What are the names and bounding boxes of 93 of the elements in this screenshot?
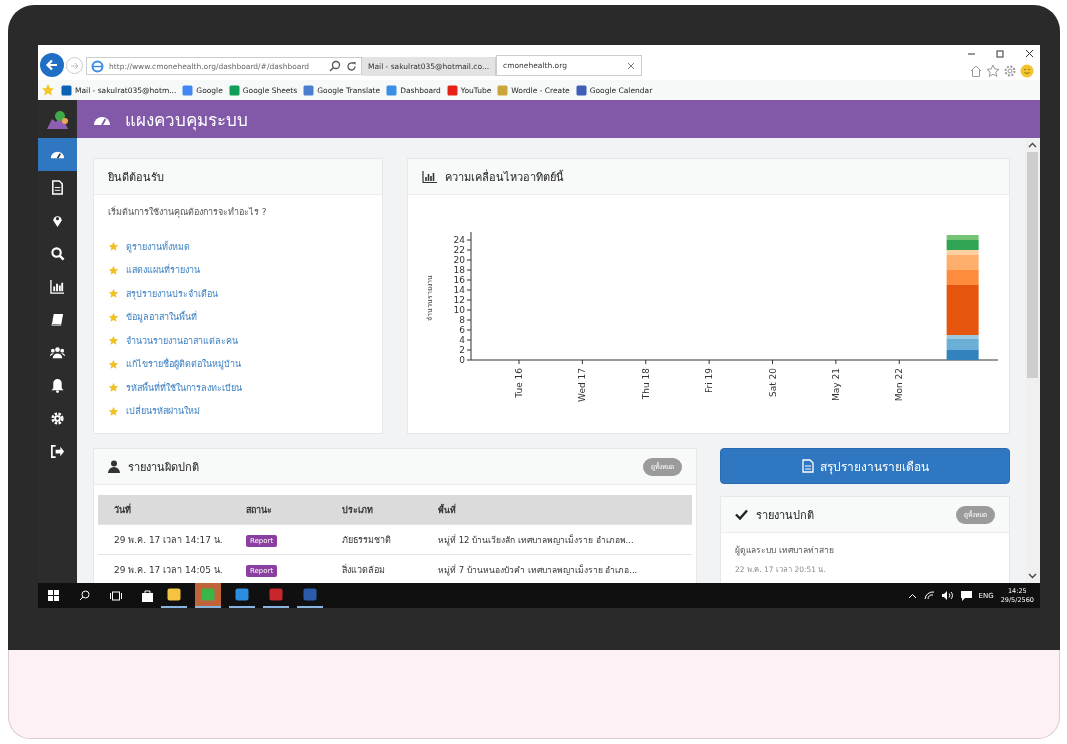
- document-icon: [50, 180, 65, 195]
- sign-out-icon: [50, 444, 65, 459]
- quick-link[interactable]: รหัสพื้นที่ที่ใช้ในการลงทะเบียน: [108, 376, 368, 400]
- document-icon: [801, 459, 814, 473]
- x-tick-label: Tue 16: [514, 368, 524, 398]
- search-icon: [50, 246, 65, 261]
- x-tick-label: May 21: [830, 368, 841, 401]
- y-tick-label: 22: [453, 245, 465, 255]
- quick-link[interactable]: สรุปรายงานประจำเดือน: [108, 282, 368, 306]
- bell-icon: [50, 378, 65, 393]
- quick-link[interactable]: ดูรายงานทั้งหมด: [108, 235, 368, 259]
- scroll-up-icon[interactable]: [1028, 142, 1037, 148]
- search-icon[interactable]: [329, 60, 341, 72]
- map-pin-icon: [50, 213, 65, 228]
- column-header: วันที่: [113, 502, 132, 517]
- panel-title: รายงานปกติ: [756, 507, 814, 524]
- smiley-icon[interactable]: [1020, 64, 1034, 78]
- panel-title: ความเคลื่อนไหวอาทิตย์นี้: [445, 168, 564, 186]
- back-button[interactable]: [40, 53, 64, 77]
- table-cell-text: ภัยธรรมชาติ: [342, 533, 392, 547]
- favorites-star-icon[interactable]: [41, 83, 55, 97]
- refresh-icon[interactable]: [346, 60, 357, 72]
- y-tick-label: 12: [453, 295, 465, 305]
- quick-link[interactable]: แสดงแผนที่รายงาน: [108, 258, 368, 282]
- table-cell-text: 29 พ.ค. 17 เวลา 14:05 น.: [113, 563, 224, 577]
- x-tick-label: Wed 17: [577, 368, 588, 402]
- speaker-icon[interactable]: [941, 591, 954, 600]
- star-icon: [108, 335, 119, 347]
- arrow-right-icon: [69, 60, 80, 71]
- users-icon: [50, 345, 65, 360]
- star-icon: [108, 311, 119, 323]
- search-icon[interactable]: [79, 590, 90, 601]
- quick-link[interactable]: เปลี่ยนรหัสผ่านใหม่: [108, 399, 368, 423]
- panel-title: ยินดีต้อนรับ: [108, 169, 164, 186]
- y-tick-label: 14: [453, 285, 465, 295]
- y-tick-label: 20: [453, 255, 465, 265]
- check-icon: [735, 509, 748, 520]
- settings-icon[interactable]: [1003, 64, 1017, 78]
- monthly-summary-button[interactable]: สรุปรายงานรายเดือน: [720, 448, 1010, 484]
- column-header: ประเภท: [342, 503, 374, 517]
- notification-icon[interactable]: [960, 590, 972, 601]
- task-view-icon[interactable]: [110, 590, 122, 601]
- home-icon[interactable]: [969, 64, 983, 78]
- star-icon: [108, 288, 119, 300]
- prompt-text: เริ่มต้นการใช้งานคุณต้องการจะทำอะไร ?: [108, 205, 268, 219]
- table-cell-text: 29 พ.ค. 17 เวลา 14:17 น.: [113, 533, 224, 547]
- star-icon: [108, 241, 119, 253]
- wifi-icon[interactable]: [923, 591, 935, 600]
- book-icon: [50, 312, 65, 327]
- y-tick-label: 4: [459, 335, 465, 345]
- bar-chart-icon: [50, 279, 65, 294]
- y-tick-label: 0: [459, 355, 465, 365]
- y-tick-label: 2: [459, 345, 465, 355]
- y-tick-label: 8: [459, 315, 465, 325]
- chevron-up-icon[interactable]: [907, 592, 917, 599]
- x-tick-label: Fri 19: [704, 368, 715, 394]
- star-icon: [108, 382, 119, 394]
- y-tick-label: 18: [453, 265, 465, 275]
- logo-icon: [45, 109, 70, 129]
- star-icon: [108, 358, 119, 370]
- x-tick-label: Sat 20: [767, 368, 778, 398]
- y-tick-label: 10: [453, 305, 465, 315]
- bar-chart-icon: [422, 170, 437, 183]
- table-cell-text: หมู่ที่ 7 บ้านหนองบัวคำ เทศบาลพญาเม็งราย อำเภอ...: [438, 563, 639, 577]
- y-tick-label: 6: [459, 325, 465, 335]
- maximize-icon[interactable]: [996, 49, 1005, 58]
- arrow-left-icon: [45, 58, 59, 72]
- store-icon[interactable]: [142, 589, 153, 602]
- x-tick-label: Mon 22: [894, 368, 905, 402]
- column-header: สถานะ: [246, 503, 273, 517]
- star-icon: [108, 405, 119, 417]
- table-cell-text: สิ่งแวดล้อม: [342, 563, 386, 577]
- x-tick-label: Thu 18: [640, 368, 651, 400]
- scroll-thumb[interactable]: [1027, 152, 1038, 378]
- quick-link[interactable]: จำนวนรายงานอาสาแต่ละคน: [108, 329, 368, 353]
- scrollbar[interactable]: [1025, 138, 1040, 583]
- table-cell-text: หมู่ที่ 12 บ้านเวียงสัก เทศบาลพญาเม็งราย อำเภอพ...: [438, 533, 635, 547]
- scroll-down-icon[interactable]: [1028, 573, 1037, 579]
- close-icon[interactable]: [1025, 49, 1034, 58]
- column-header: พื้นที่: [438, 503, 457, 517]
- settings-icon: [50, 411, 65, 426]
- quick-link[interactable]: แก้ไขรายชื่อผู้ติดต่อในหมู่บ้าน: [108, 352, 368, 376]
- quick-link[interactable]: ข้อมูลอาสาในพื้นที่: [108, 305, 368, 329]
- user-icon: [108, 460, 120, 473]
- panel-title: รายงานผิดปกติ: [128, 459, 199, 476]
- report-author: ผู้ดูแลระบบ เทศบาลท่าสาย: [735, 544, 835, 557]
- page-title: แผงควบคุมระบบ: [125, 108, 248, 133]
- y-tick-label: 16: [453, 275, 465, 285]
- windows-icon[interactable]: [48, 590, 59, 601]
- bar-segment: [946, 350, 979, 360]
- star-icon[interactable]: [986, 64, 1000, 78]
- star-icon: [108, 264, 119, 276]
- y-tick-label: 24: [453, 235, 465, 245]
